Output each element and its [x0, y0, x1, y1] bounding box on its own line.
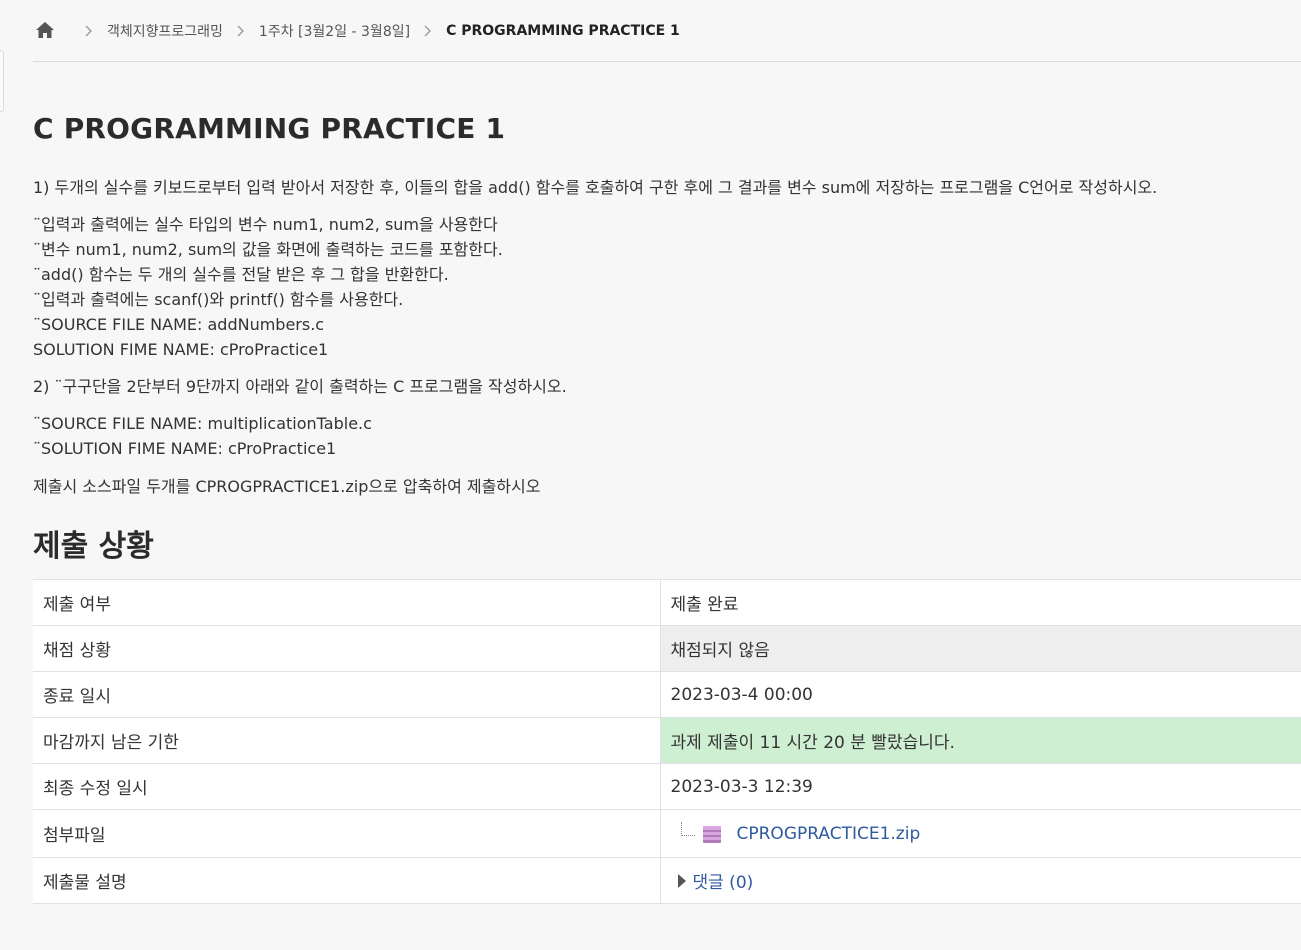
chevron-right-icon [237, 25, 245, 37]
time-remaining: 과제 제출이 11 시간 20 분 빨랐습니다. [660, 717, 1301, 764]
table-row: 종료 일시 2023-03-4 00:00 [33, 671, 1301, 718]
row-label: 최종 수정 일시 [33, 763, 661, 810]
assignment-description: 1) 두개의 실수를 키보드로부터 입력 받아서 저장한 후, 이들의 합을 a… [33, 175, 1301, 499]
comments-cell: 댓글 (0) [660, 857, 1301, 904]
breadcrumb-course[interactable]: 객체지향프로그래밍 [107, 21, 223, 41]
file-cell: CPROGPRACTICE1.zip [660, 809, 1301, 858]
chevron-right-icon [85, 25, 93, 37]
detail-line: ¨add() 함수는 두 개의 실수를 전달 받은 후 그 합을 반환한다. [33, 265, 449, 284]
detail-line: ¨입력과 출력에는 실수 타입의 변수 num1, num2, sum을 사용한… [33, 215, 498, 234]
submission-status-heading: 제출 상황 [33, 529, 154, 564]
table-row: 첨부파일 CPROGPRACTICE1.zip [33, 809, 1301, 858]
chevron-right-icon [424, 25, 432, 37]
submission-state: 제출 완료 [660, 579, 1301, 626]
row-label: 종료 일시 [33, 671, 661, 718]
page-content: 객체지향프로그래밍 1주차 [3월2일 - 3월8일] C PROGRAMMIN… [33, 0, 1301, 904]
attached-file-link[interactable]: CPROGPRACTICE1.zip [737, 824, 921, 844]
tree-connector-icon [680, 821, 695, 836]
question-2-details: ¨SOURCE FILE NAME: multiplicationTable.c… [33, 411, 1301, 499]
table-row: 제출물 설명 댓글 (0) [33, 857, 1301, 904]
breadcrumb-week[interactable]: 1주차 [3월2일 - 3월8일] [259, 21, 410, 41]
row-label: 채점 상황 [33, 625, 661, 672]
row-label: 첨부파일 [33, 809, 661, 858]
due-date: 2023-03-4 00:00 [660, 671, 1301, 718]
table-row: 마감까지 남은 기한 과제 제출이 11 시간 20 분 빨랐습니다. [33, 717, 1301, 764]
question-1: 1) 두개의 실수를 키보드로부터 입력 받아서 저장한 후, 이들의 합을 a… [33, 178, 1158, 197]
row-label: 제출물 설명 [33, 857, 661, 904]
breadcrumb: 객체지향프로그래밍 1주차 [3월2일 - 3월8일] C PROGRAMMIN… [33, 0, 1301, 62]
detail-line: ¨SOURCE FILE NAME: multiplicationTable.c [33, 414, 372, 433]
expand-triangle-icon[interactable] [677, 873, 686, 888]
detail-line: ¨SOLUTION FIME NAME: cProPractice1 [33, 439, 337, 458]
side-drawer-tab[interactable] [0, 50, 4, 112]
comments-link[interactable]: 댓글 (0) [693, 868, 754, 893]
table-row: 제출 여부 제출 완료 [33, 579, 1301, 626]
page-title: C PROGRAMMING PRACTICE 1 [33, 112, 506, 145]
question-2: 2) ¨구구단을 2단부터 9단까지 아래와 같이 출력하는 C 프로그램을 작… [33, 377, 567, 396]
question-1-details: ¨입력과 출력에는 실수 타입의 변수 num1, num2, sum을 사용한… [33, 212, 1301, 362]
breadcrumb-assignment[interactable]: C PROGRAMMING PRACTICE 1 [446, 23, 680, 39]
grading-state: 채점되지 않음 [660, 625, 1301, 672]
detail-line: ¨변수 num1, num2, sum의 값을 화면에 출력하는 코드를 포함한… [33, 240, 503, 259]
row-label: 제출 여부 [33, 579, 661, 626]
home-icon[interactable] [35, 21, 57, 41]
submit-note: 제출시 소스파일 두개를 CPROGPRACTICE1.zip으로 압축하여 제… [33, 477, 541, 496]
table-row: 최종 수정 일시 2023-03-3 12:39 [33, 763, 1301, 810]
table-row: 채점 상황 채점되지 않음 [33, 625, 1301, 672]
detail-line: ¨입력과 출력에는 scanf()와 printf() 함수를 사용한다. [33, 290, 404, 309]
archive-file-icon [701, 824, 723, 844]
submission-status-table: 제출 여부 제출 완료 채점 상황 채점되지 않음 종료 일시 2023-03-… [33, 579, 1301, 904]
detail-line: ¨SOURCE FILE NAME: addNumbers.c [33, 315, 325, 334]
detail-line: SOLUTION FIME NAME: cProPractice1 [33, 340, 329, 359]
row-label: 마감까지 남은 기한 [33, 717, 661, 764]
last-modified: 2023-03-3 12:39 [660, 763, 1301, 810]
